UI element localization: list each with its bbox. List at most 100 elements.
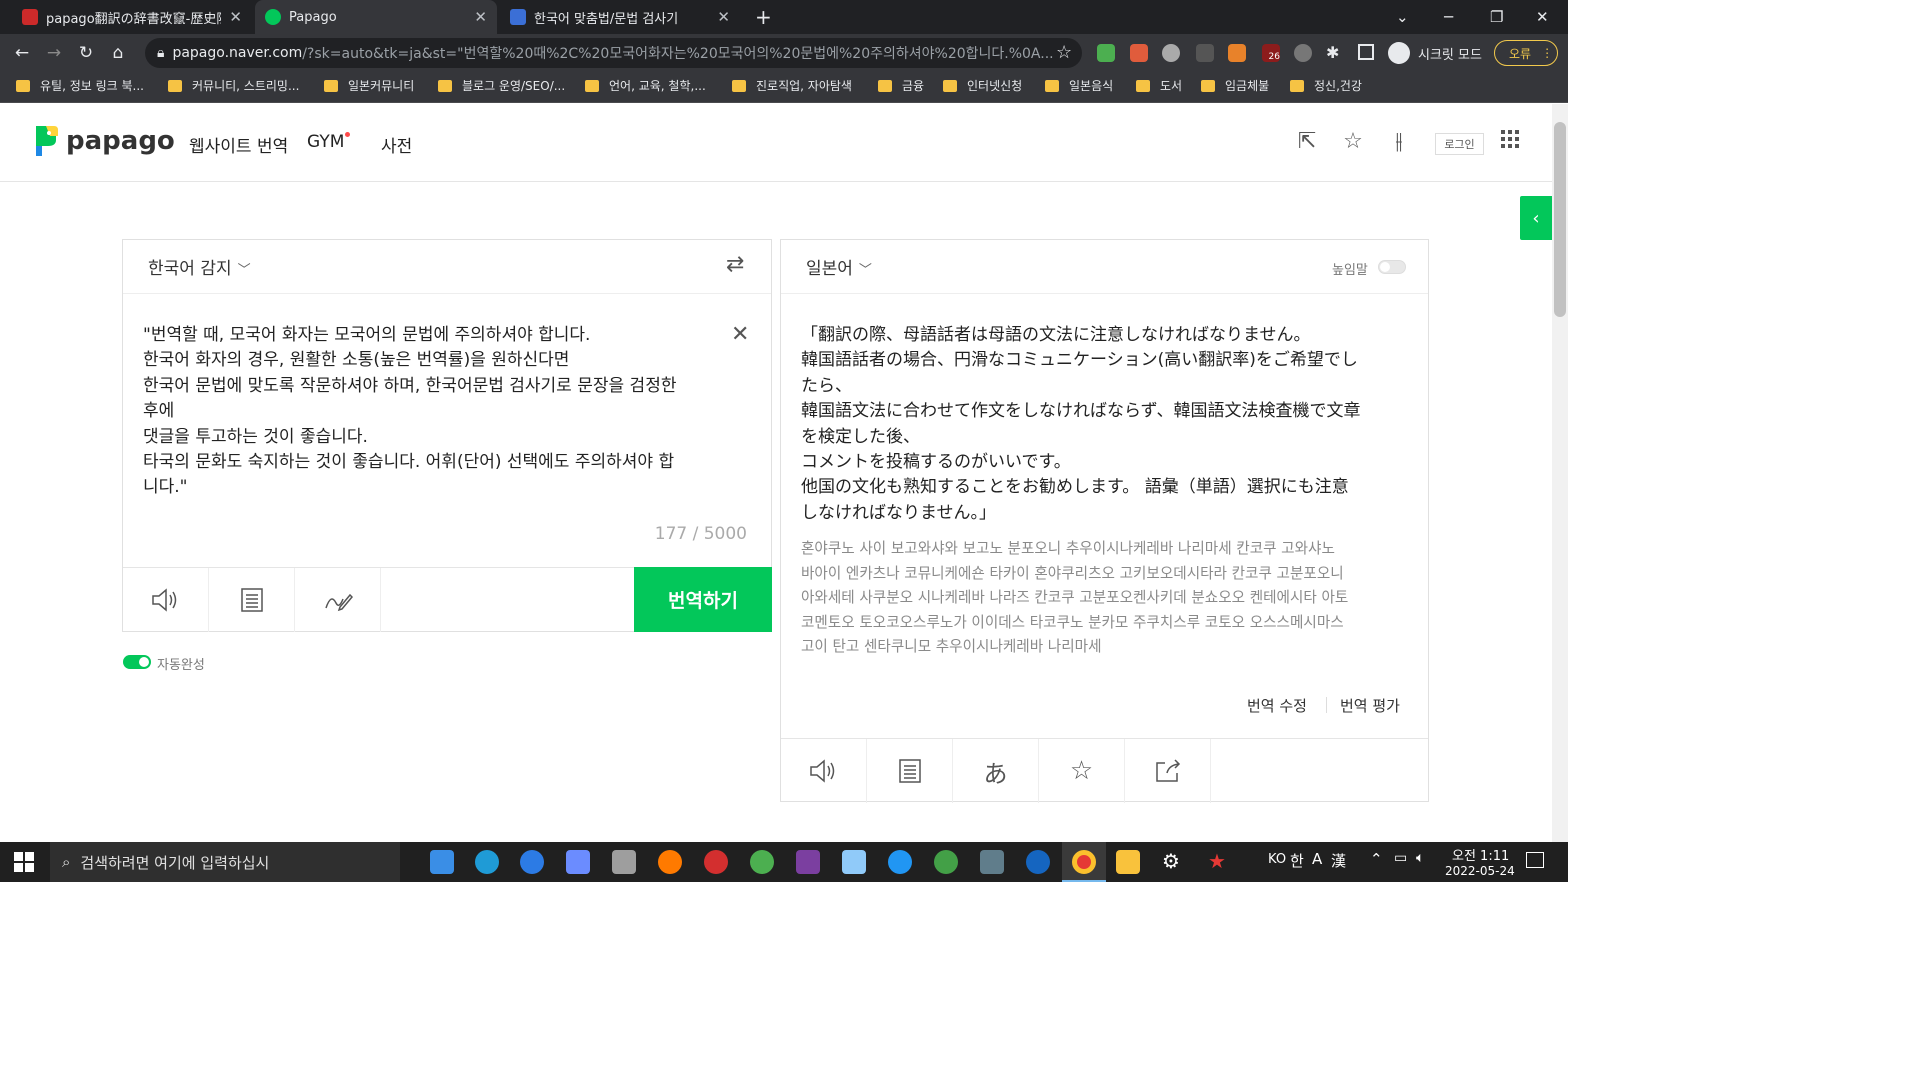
copy-document-icon[interactable] [209,568,295,632]
app-star-icon[interactable]: ★ [1208,849,1226,873]
target-lang-select[interactable]: 일본어 ﹀ [806,254,872,279]
address-bar[interactable]: 🔒︎ papago.naver.com /?sk=auto&tk=ja&st="… [145,38,1082,68]
extension-icon[interactable] [1097,44,1115,62]
bookmark-folder[interactable]: 임금체불 [1201,77,1269,94]
extension-icon[interactable] [1130,44,1148,62]
new-tab-button[interactable]: + [755,0,772,34]
tray-chevron-up-icon[interactable]: ⌃ [1370,850,1383,868]
translate-button[interactable]: 번역하기 [634,567,772,632]
tab-search-icon[interactable]: ⌄ [1396,0,1409,34]
bookmark-folder[interactable]: 진로직업, 자아탐색 [732,77,852,94]
ublock-icon[interactable]: 26 [1262,44,1280,62]
bookmark-folder[interactable]: 커뮤니티, 스트리밍... [168,77,299,94]
edit-translation-link[interactable]: 번역 수정 [1247,695,1307,716]
notification-icon[interactable] [1526,852,1544,868]
ime-alpha[interactable]: A [1312,850,1322,868]
globe-icon[interactable] [750,850,774,874]
ime-hanja[interactable]: 漢 [1331,850,1346,871]
share-page-icon[interactable]: ⇱ [1295,130,1319,154]
settings-sliders-icon[interactable]: ⫲ [1387,130,1411,154]
source-textarea[interactable]: "번역할 때, 모국어 화자는 모국어의 문법에 주의하셔야 합니다. 한국어 … [143,323,723,501]
autocomplete-toggle[interactable] [123,655,151,669]
nav-website-translate[interactable]: 웹사이트 번역 [189,132,288,157]
bookmark-folder[interactable]: 인터넷신청 [943,77,1022,94]
listen-speaker-icon[interactable] [781,739,867,803]
favorite-star-icon[interactable]: ☆ [1039,739,1125,803]
scrollbar-thumb[interactable] [1554,122,1566,317]
home-icon[interactable]: ⌂ [102,43,134,63]
rate-translation-link[interactable]: 번역 평가 [1340,695,1400,716]
file-explorer-icon[interactable] [1116,850,1140,874]
bookmark-folder[interactable]: 유틸, 정보 링크 북... [16,77,144,94]
settings-gear-icon[interactable]: ⚙ [1162,849,1180,873]
app-icon[interactable] [566,850,590,874]
side-panel-icon[interactable] [1358,44,1374,60]
swap-languages-icon[interactable]: ⇄ [726,252,744,277]
app-icon[interactable] [842,850,866,874]
puzzle-extensions-icon[interactable]: ✱ [1326,43,1339,62]
close-tab-icon[interactable]: ✕ [717,8,730,26]
ime-language[interactable]: KO [1268,852,1286,867]
mail-app-icon[interactable] [430,850,454,874]
hiragana-icon[interactable]: あ [953,739,1039,803]
search-tool-icon[interactable] [658,850,682,874]
handwriting-icon[interactable] [295,568,381,632]
volume-icon[interactable]: 🔈︎ [1416,850,1424,866]
extension-icon[interactable] [1294,44,1312,62]
clock-date[interactable]: 2022-05-24 [1445,864,1515,878]
honorific-toggle[interactable] [1378,260,1406,274]
tab-grammar-checker[interactable]: 한국어 맞춤법/문법 검사기 ✕ [500,0,740,34]
back-icon[interactable]: ← [6,43,38,63]
app-icon[interactable] [934,850,958,874]
taskbar-search[interactable]: ⌕ 검색하려면 여기에 입력하십시 [50,842,400,882]
close-window-icon[interactable]: ✕ [1536,0,1549,34]
bookmark-folder[interactable]: 금융 [878,77,924,94]
app-icon[interactable] [980,850,1004,874]
reload-icon[interactable]: ↻ [70,43,102,63]
extension-icon[interactable] [1196,44,1214,62]
apps-grid-icon[interactable] [1498,130,1522,154]
listen-speaker-icon[interactable] [123,568,209,632]
bookmark-folder[interactable]: 정신,건강 [1290,77,1362,94]
source-lang-select[interactable]: 한국어 감지 ﹀ [148,254,251,279]
app-icon[interactable] [796,850,820,874]
close-tab-icon[interactable]: ✕ [229,8,242,26]
nav-gym[interactable]: GYM [307,132,351,152]
close-tab-icon[interactable]: ✕ [474,8,487,26]
restore-icon[interactable]: ❐ [1490,0,1503,34]
bookmark-star-icon[interactable]: ☆ [1056,42,1072,63]
papago-logo[interactable]: papago [32,124,175,158]
copy-document-icon[interactable] [867,739,953,803]
tab-papago[interactable]: Papago ✕ [255,0,497,34]
metamask-icon[interactable] [1228,44,1246,62]
forward-icon[interactable]: → [38,43,70,63]
favorites-star-icon[interactable]: ☆ [1341,130,1365,154]
minimize-icon[interactable]: ─ [1444,0,1453,34]
bookmark-folder[interactable]: 일본커뮤니티 [324,77,414,94]
bookmark-folder[interactable]: 일본음식 [1045,77,1113,94]
app-icon[interactable] [1026,850,1050,874]
extension-icon[interactable] [1162,44,1180,62]
network-icon[interactable]: ▭ [1394,850,1407,866]
windows-start-icon[interactable] [14,852,34,872]
chrome-taskbar-button[interactable] [1062,842,1106,882]
clear-text-icon[interactable]: ✕ [731,322,749,347]
lock-icon[interactable]: 🔒︎ [157,45,164,61]
incognito-profile[interactable]: 시크릿 모드 [1388,42,1482,64]
ime-hangul[interactable]: 한 [1290,850,1304,871]
internet-explorer-icon[interactable] [520,850,544,874]
bookmark-folder[interactable]: 언어, 교육, 철학,... [585,77,706,94]
edge-icon[interactable] [475,850,499,874]
calculator-icon[interactable] [612,850,636,874]
bookmark-folder[interactable]: 블로그 운영/SEO/... [438,77,565,94]
app-icon[interactable] [888,850,912,874]
bookmark-folder[interactable]: 도서 [1136,77,1182,94]
tab-papago-dictionary[interactable]: papago翻訳の辞書改竄-歴史隠蔽 ✕ [12,0,252,34]
login-button[interactable]: 로그인 [1435,133,1484,155]
error-button[interactable]: 오류 ⋮ [1494,40,1558,66]
share-icon[interactable] [1125,739,1211,803]
app-icon[interactable] [704,850,728,874]
nav-dictionary[interactable]: 사전 [381,132,412,157]
clock-time[interactable]: 오전 1:11 [1452,845,1509,864]
side-panel-toggle[interactable]: ‹ [1520,196,1552,240]
